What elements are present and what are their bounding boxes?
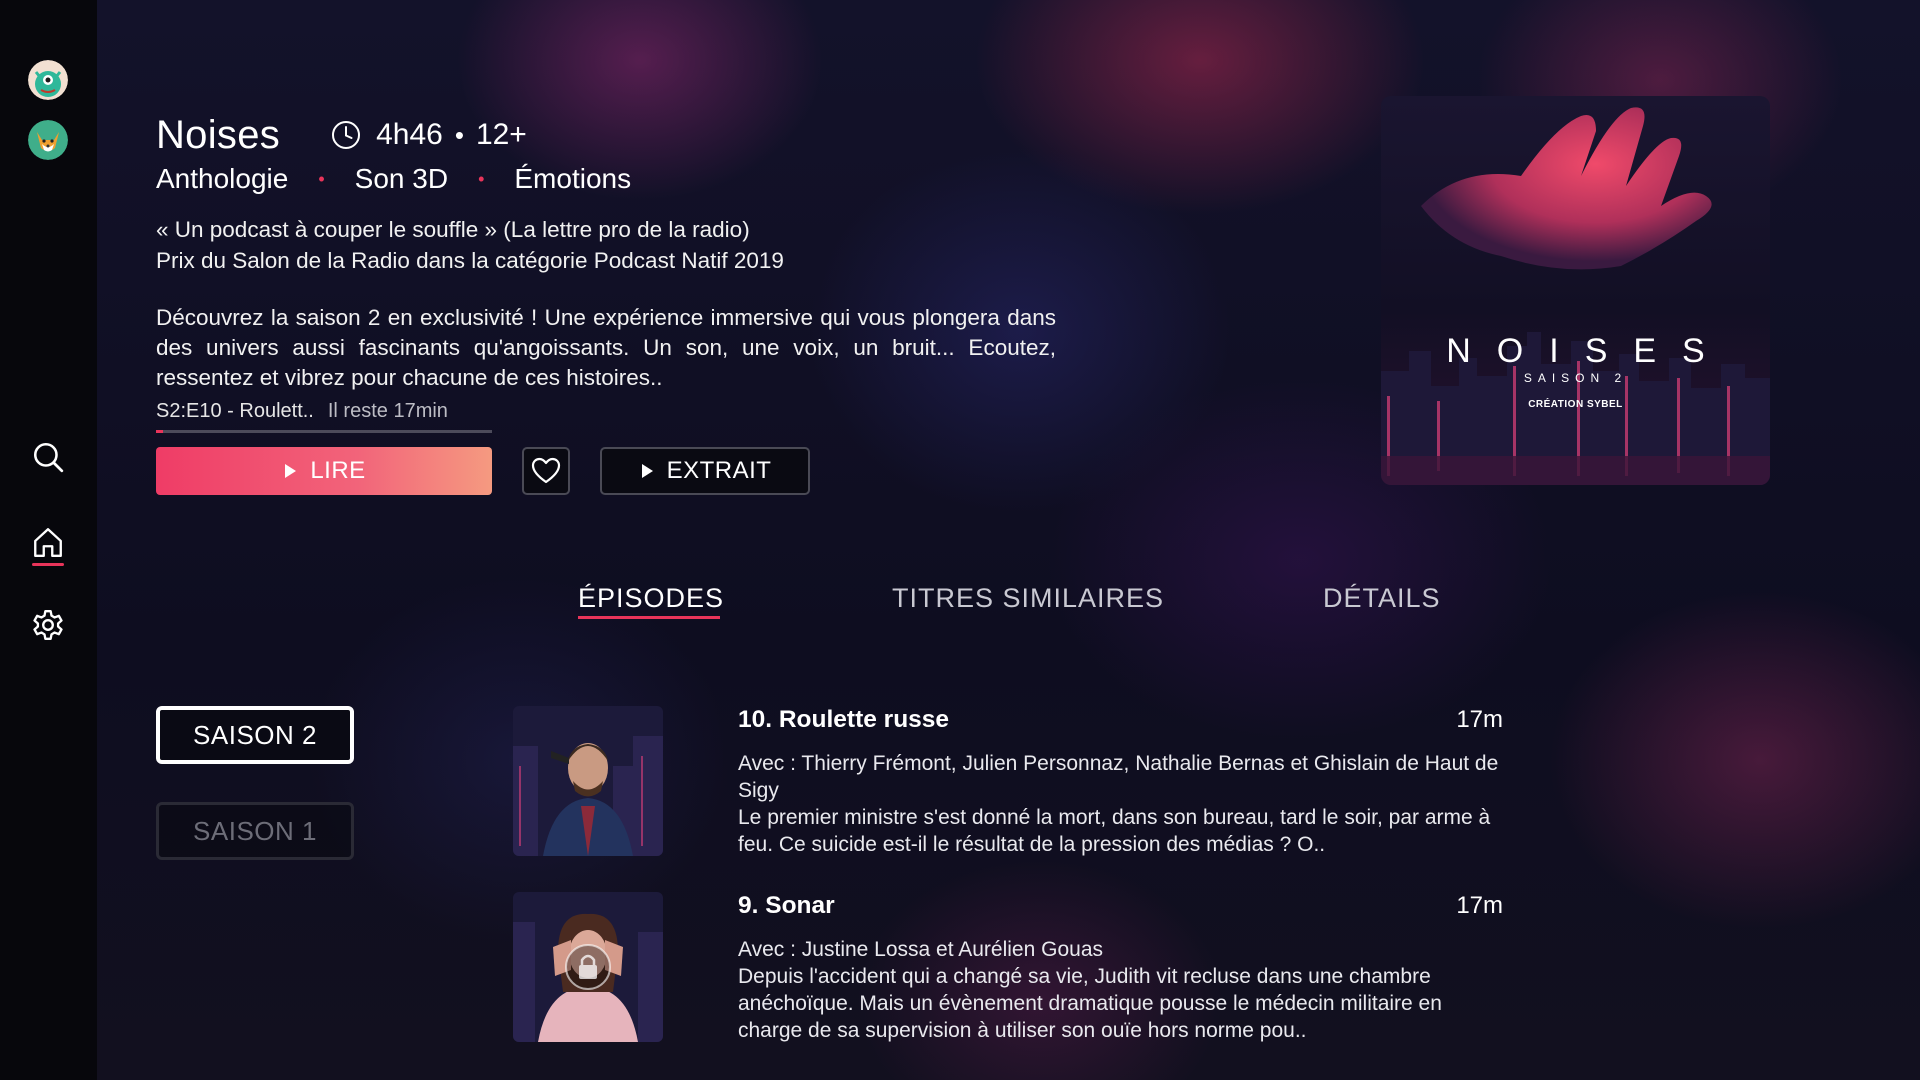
nav-home[interactable]: [28, 522, 68, 562]
poster-season: SAISON 2: [1523, 371, 1628, 385]
episode-duration: 17m: [1456, 892, 1503, 919]
progress-bar: [156, 430, 492, 433]
show-description: Découvrez la saison 2 en exclusivité ! U…: [156, 305, 1056, 390]
episode-row[interactable]: 10. Roulette russe 17m Avec : Thierry Fr…: [513, 706, 1503, 858]
tag-separator: •: [318, 168, 325, 189]
nav-active-indicator: [32, 563, 64, 566]
monster-avatar-icon: [28, 60, 68, 100]
search-icon: [33, 442, 64, 473]
poster-title: NOISES: [1446, 332, 1731, 370]
tab-details[interactable]: DÉTAILS: [1323, 583, 1441, 614]
clock-icon: [332, 121, 361, 149]
episode-info: Avec : Thierry Frémont, Julien Personnaz…: [738, 750, 1503, 858]
tag-separator: •: [478, 168, 485, 189]
duration: 4h46: [376, 118, 443, 151]
episode-cast: Avec : Thierry Frémont, Julien Personnaz…: [738, 752, 1499, 802]
episode-duration: 17m: [1456, 706, 1503, 733]
resume-info: S2:E10 - Roulett.. Il reste 17min: [156, 400, 448, 423]
play-label: LIRE: [310, 457, 366, 484]
show-title: Noises: [156, 112, 281, 157]
award-line: Prix du Salon de la Radio dans la catégo…: [156, 248, 784, 273]
tag-emotions: Émotions: [514, 163, 632, 194]
genre-tags: Anthologie • Son 3D • Émotions: [156, 163, 631, 195]
episode-info: Avec : Justine Lossa et Aurélien Gouas D…: [738, 936, 1503, 1044]
age-rating: 12+: [475, 118, 527, 151]
fox-avatar-icon: [28, 120, 68, 160]
episode-synopsis: Depuis l'accident qui a changé sa vie, J…: [738, 965, 1442, 1042]
favorite-button[interactable]: [522, 447, 570, 495]
play-button[interactable]: LIRE: [156, 447, 492, 495]
heart-icon: [531, 457, 561, 484]
tag-son-3d: Son 3D: [354, 163, 449, 194]
episode-synopsis: Le premier ministre s'est donné la mort,…: [738, 806, 1491, 856]
trailer-label: EXTRAIT: [666, 457, 772, 484]
lock-icon: [565, 944, 611, 990]
nav-settings[interactable]: [28, 605, 68, 645]
poster-credit: CRÉATION SYBEL: [1528, 399, 1623, 410]
title-row: Noises 4h46 • 12+: [156, 110, 527, 160]
episode-title: 9. Sonar: [738, 892, 835, 919]
show-poster: NOISES SAISON 2 CRÉATION SYBEL: [1381, 96, 1770, 485]
season-2-button[interactable]: SAISON 2: [156, 706, 354, 764]
meta-separator: •: [454, 119, 464, 150]
play-icon: [285, 464, 297, 478]
tab-titres-similaires[interactable]: TITRES SIMILAIRES: [892, 583, 1164, 614]
home-icon: [34, 528, 62, 557]
tab-active-underline: [578, 616, 720, 619]
resume-episode: S2:E10 - Roulett..: [156, 400, 314, 422]
nav-search[interactable]: [28, 437, 68, 477]
profile-avatar-monster[interactable]: [28, 60, 68, 100]
poster-artwork: [1381, 96, 1770, 485]
press-quote: « Un podcast à couper le souffle » (La l…: [156, 214, 784, 276]
play-icon: [641, 464, 653, 478]
gear-icon: [33, 610, 63, 640]
time-remaining: Il reste 17min: [327, 400, 448, 422]
sidebar: [0, 0, 97, 1080]
episode-cast: Avec : Justine Lossa et Aurélien Gouas: [738, 938, 1103, 961]
episode-thumbnail: [513, 892, 663, 1042]
profile-avatar-fox[interactable]: [28, 120, 68, 160]
episode-thumbnail-art: [513, 706, 663, 856]
episode-thumbnail: [513, 706, 663, 856]
progress-fill: [156, 430, 163, 433]
trailer-button[interactable]: EXTRAIT: [600, 447, 810, 495]
episode-title: 10. Roulette russe: [738, 706, 950, 733]
episode-row[interactable]: 9. Sonar 17m Avec : Justine Lossa et Aur…: [513, 892, 1503, 1044]
tag-anthologie: Anthologie: [156, 163, 289, 194]
show-meta: 4h46 • 12+: [330, 118, 527, 152]
tab-episodes[interactable]: ÉPISODES: [578, 583, 724, 614]
quote-line: « Un podcast à couper le souffle » (La l…: [156, 217, 750, 242]
season-1-button[interactable]: SAISON 1: [156, 802, 354, 860]
